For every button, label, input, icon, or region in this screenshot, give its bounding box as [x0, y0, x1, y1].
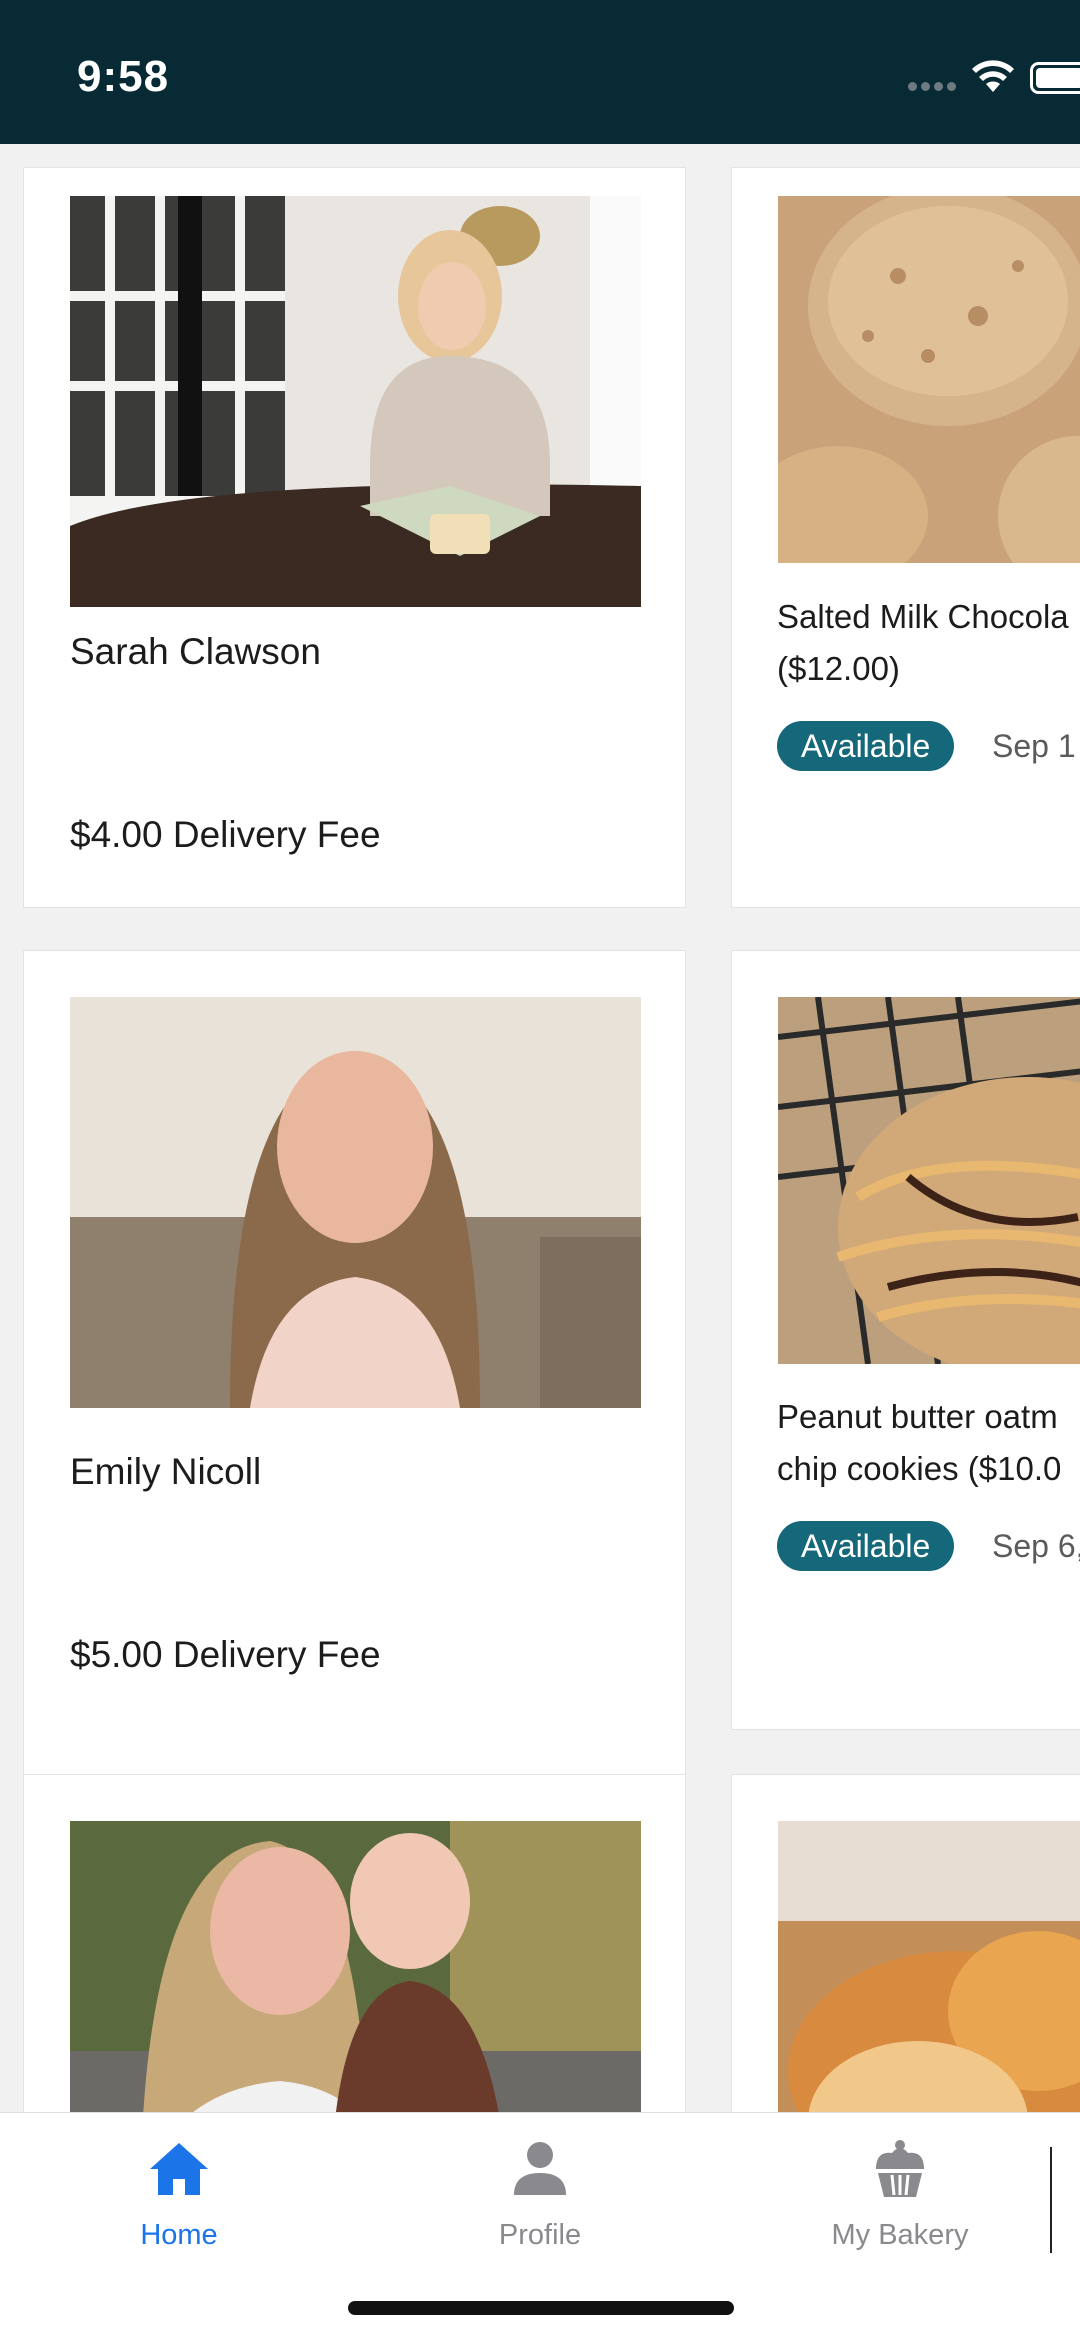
- product-title-line2: ($12.00): [777, 650, 900, 687]
- home-indicator[interactable]: [348, 2301, 734, 2315]
- product-photo: [778, 196, 1080, 563]
- product-title-line2: chip cookies ($10.0: [777, 1450, 1062, 1487]
- available-date: Sep 1: [992, 728, 1076, 764]
- delivery-fee: $5.00 Delivery Fee: [70, 1634, 381, 1675]
- product-card[interactable]: Salted Milk Chocola ($12.00) Available S…: [731, 167, 1080, 908]
- product-card[interactable]: [731, 1774, 1080, 2112]
- tab-profile[interactable]: Profile: [440, 2137, 640, 2267]
- person-icon: [514, 2142, 566, 2195]
- status-time: 9:58: [77, 52, 170, 101]
- tab-label: My Bakery: [831, 2219, 969, 2251]
- product-photo-image: [778, 196, 1080, 563]
- tab-label: Profile: [498, 2219, 582, 2251]
- baker-photo-image: [70, 997, 641, 1408]
- cellular-signal-icon: [908, 82, 958, 92]
- product-title-line1: Peanut butter oatm: [777, 1398, 1058, 1435]
- wifi-icon: [972, 60, 1014, 92]
- baker-name: Sarah Clawson: [70, 631, 321, 672]
- baker-card[interactable]: Sarah Clawson $4.00 Delivery Fee: [23, 167, 686, 908]
- product-photo: [778, 1821, 1080, 2112]
- baker-name: Emily Nicoll: [70, 1451, 262, 1492]
- tab-label: Home: [140, 2219, 218, 2251]
- delivery-fee: $4.00 Delivery Fee: [70, 814, 381, 855]
- product-title-line1: Salted Milk Chocola: [777, 598, 1069, 635]
- availability-badge: Available: [777, 721, 955, 771]
- baker-card[interactable]: [23, 1774, 686, 2112]
- tab-divider: [1050, 2147, 1052, 2253]
- availability-badge: Available: [777, 1521, 955, 1571]
- baker-card[interactable]: Emily Nicoll $5.00 Delivery Fee: [23, 950, 686, 1868]
- baker-photo: [70, 196, 641, 607]
- product-photo: [778, 997, 1080, 1364]
- available-date: Sep 6,: [992, 1528, 1080, 1564]
- tab-my-bakery[interactable]: My Bakery: [800, 2137, 1000, 2267]
- product-photo-image: [778, 997, 1080, 1364]
- product-card[interactable]: Peanut butter oatm chip cookies ($10.0 A…: [731, 950, 1080, 1730]
- tab-home[interactable]: Home: [79, 2137, 279, 2267]
- baker-photo: [70, 1821, 641, 2112]
- bakery-feed[interactable]: Sarah Clawson $4.00 Delivery Fee Salted …: [0, 144, 1080, 2112]
- product-photo-image: [778, 1821, 1080, 2112]
- baker-photo-image: [70, 1821, 641, 2112]
- battery-icon: [1030, 62, 1080, 94]
- baker-photo-image: [70, 196, 641, 607]
- home-icon: [150, 2143, 208, 2195]
- cupcake-icon: [876, 2140, 924, 2197]
- status-bar: 9:58: [0, 0, 1080, 144]
- baker-photo: [70, 997, 641, 1408]
